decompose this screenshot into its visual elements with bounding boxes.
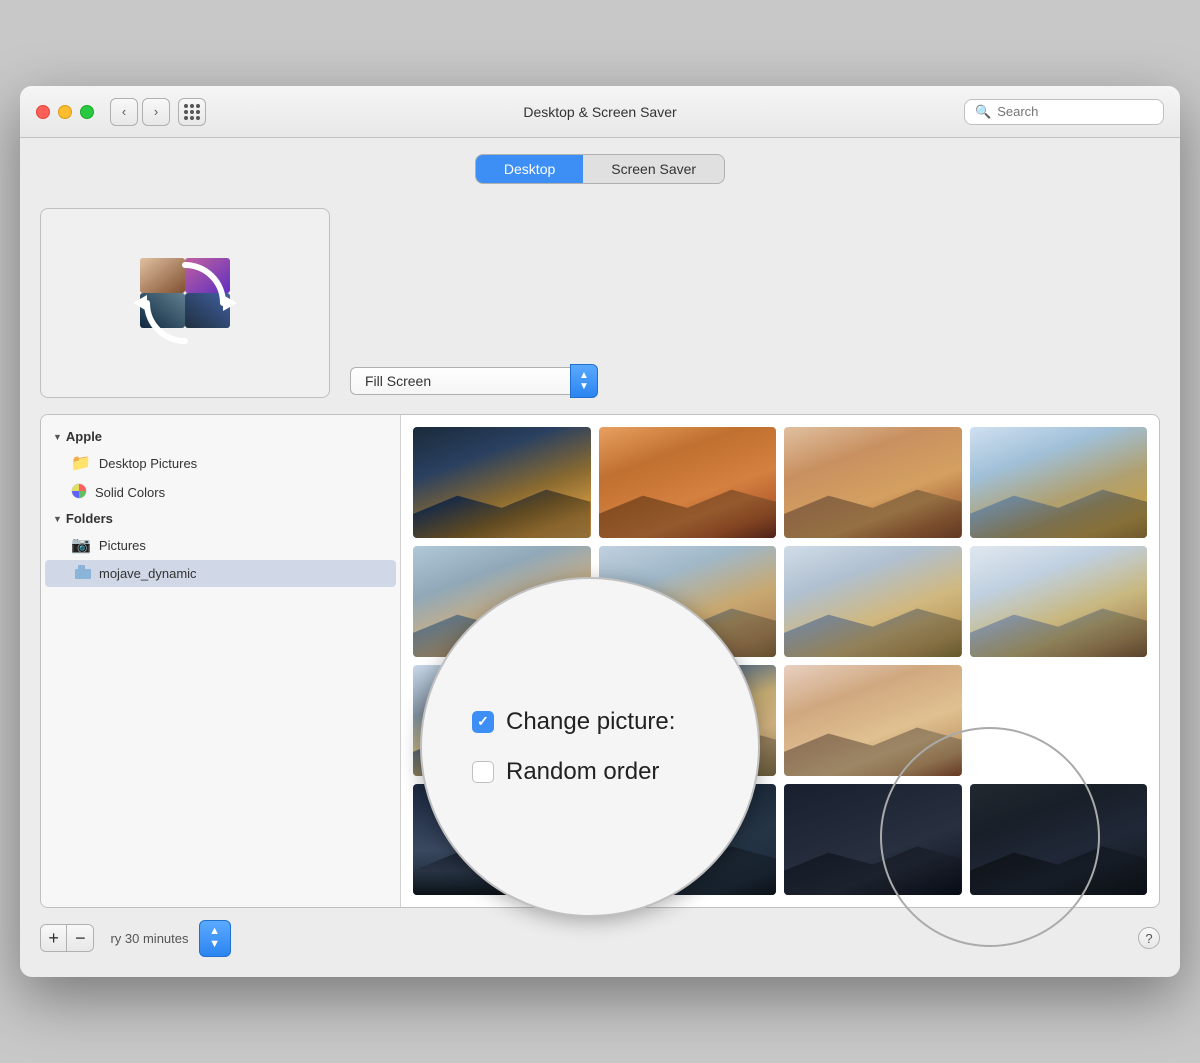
fill-screen-dropdown: Fill Screen Fit to Screen Stretch to Fil… — [350, 364, 598, 398]
wallpaper-thumb-8[interactable] — [970, 546, 1148, 657]
sidebar-item-desktop-pictures[interactable]: 📁 Desktop Pictures — [41, 448, 400, 478]
nav-buttons: ‹ › — [110, 98, 170, 126]
remove-button[interactable]: − — [67, 925, 93, 951]
change-picture-checkbox[interactable]: ✓ — [472, 711, 494, 733]
top-section: Fill Screen Fit to Screen Stretch to Fil… — [40, 198, 1160, 414]
triangle-icon-folders: ▼ — [53, 514, 62, 524]
wallpaper-thumb-4[interactable] — [970, 427, 1148, 538]
titlebar: ‹ › Desktop & Screen Saver 🔍 — [20, 86, 1180, 138]
sidebar-item-solid-colors-label: Solid Colors — [95, 485, 165, 500]
wallpaper-thumb-11[interactable] — [784, 665, 962, 776]
wallpaper-thumb-3[interactable] — [784, 427, 962, 538]
sidebar-group-folders-label: Folders — [66, 511, 113, 526]
add-remove-controls: + − — [40, 924, 94, 952]
interval-text: ry 30 minutes — [110, 931, 188, 946]
mojave-folder-icon — [75, 565, 91, 582]
wallpaper-thumb-12[interactable] — [970, 665, 1148, 776]
change-picture-row: ✓ Change picture: — [472, 708, 675, 736]
wallpaper-thumb-1[interactable] — [413, 427, 591, 538]
triangle-icon: ▼ — [53, 432, 62, 442]
color-wheel-icon — [71, 483, 87, 502]
tab-screen-saver[interactable]: Screen Saver — [583, 155, 724, 183]
preview-icon — [120, 238, 250, 368]
sidebar-group-apple-label: Apple — [66, 429, 102, 444]
forward-button[interactable]: › — [142, 98, 170, 126]
maximize-button[interactable] — [80, 105, 94, 119]
tab-bar: Desktop Screen Saver — [20, 138, 1180, 198]
grid-button[interactable] — [178, 98, 206, 126]
traffic-lights — [36, 105, 94, 119]
search-input[interactable] — [997, 104, 1153, 119]
fill-screen-stepper[interactable]: ▲ ▼ — [570, 364, 598, 398]
wallpaper-thumb-7[interactable] — [784, 546, 962, 657]
tab-desktop[interactable]: Desktop — [476, 155, 583, 183]
change-picture-label: Change picture: — [506, 708, 675, 736]
add-button[interactable]: + — [41, 925, 67, 951]
sidebar-group-folders[interactable]: ▼ Folders — [41, 507, 400, 530]
folder-icon: 📁 — [71, 453, 91, 473]
wallpaper-thumb-2[interactable] — [599, 427, 777, 538]
interval-stepper[interactable]: ▲ ▼ — [199, 920, 231, 956]
random-order-checkbox[interactable] — [472, 761, 494, 783]
bottom-controls: ry 30 minutes ▲ ▼ ? — [110, 920, 1160, 956]
main-window: ‹ › Desktop & Screen Saver 🔍 Desktop Scr… — [20, 86, 1180, 976]
grid-icon — [184, 104, 200, 120]
sidebar-group-apple[interactable]: ▼ Apple — [41, 425, 400, 448]
sidebar: ▼ Apple 📁 Desktop Pictures — [41, 415, 401, 907]
search-bar[interactable]: 🔍 — [964, 99, 1164, 125]
random-order-label: Random order — [506, 758, 659, 786]
sidebar-item-pictures[interactable]: 📷 Pictures — [41, 530, 400, 560]
minimize-button[interactable] — [58, 105, 72, 119]
magnify-overlay: ✓ Change picture: Random order — [420, 577, 760, 917]
pictures-folder-icon: 📷 — [71, 535, 91, 555]
sidebar-item-mojave[interactable]: mojave_dynamic — [45, 560, 396, 587]
sidebar-item-solid-colors[interactable]: Solid Colors — [41, 478, 400, 507]
help-button[interactable]: ? — [1138, 927, 1160, 949]
sidebar-item-pictures-label: Pictures — [99, 538, 146, 553]
sidebar-item-desktop-pictures-label: Desktop Pictures — [99, 456, 197, 471]
search-icon: 🔍 — [975, 104, 991, 120]
window-title: Desktop & Screen Saver — [523, 104, 676, 120]
close-button[interactable] — [36, 105, 50, 119]
wallpaper-preview — [40, 208, 330, 398]
fill-screen-select[interactable]: Fill Screen Fit to Screen Stretch to Fil… — [350, 367, 570, 395]
wallpaper-thumb-15[interactable] — [784, 784, 962, 895]
segmented-control: Desktop Screen Saver — [475, 154, 725, 184]
random-order-row: Random order — [472, 758, 659, 786]
wallpaper-thumb-16[interactable] — [970, 784, 1148, 895]
back-button[interactable]: ‹ — [110, 98, 138, 126]
sidebar-item-mojave-label: mojave_dynamic — [99, 566, 197, 581]
